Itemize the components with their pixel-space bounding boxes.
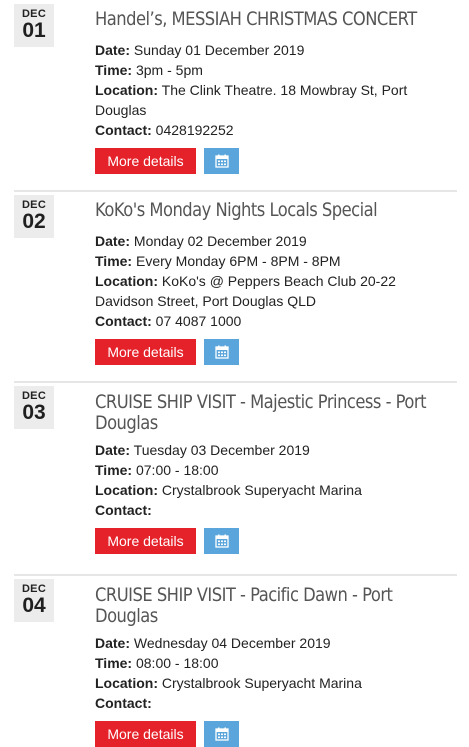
date-label: Date: [95,42,131,58]
event-time: Time: 07:00 - 18:00 [95,460,457,480]
date-label: Date: [95,635,131,651]
date-value: Wednesday 04 December 2019 [133,635,331,651]
time-value: Every Monday 6PM - 8PM - 8PM [135,253,341,269]
divider [14,381,457,383]
event-title[interactable]: KoKo's Monday Nights Locals Special [95,200,456,221]
contact-label: Contact: [95,313,152,329]
date-day: 04 [22,594,46,617]
location-label: Location: [95,82,158,98]
event-date: Date: Sunday 01 December 2019 [95,40,457,60]
more-details-button[interactable]: More details [95,339,196,365]
add-to-calendar-button[interactable] [204,528,239,554]
event-location: Location: Crystalbrook Superyacht Marina [95,673,457,693]
location-label: Location: [95,675,158,691]
event-title[interactable]: CRUISE SHIP VISIT - Majestic Princess - … [95,392,456,434]
add-to-calendar-button[interactable] [204,339,239,365]
event-content: CRUISE SHIP VISIT - Pacific Dawn - Port … [95,579,457,747]
add-to-calendar-button[interactable] [204,148,239,174]
date-day: 02 [22,210,46,233]
divider [14,574,457,576]
date-label: Date: [95,442,131,458]
date-label: Date: [95,233,131,249]
event-contact: Contact: [95,500,457,520]
event-actions: More details [95,528,457,554]
event-time: Time: 08:00 - 18:00 [95,653,457,673]
event-time: Time: 3pm - 5pm [95,60,457,80]
more-details-button[interactable]: More details [95,721,196,747]
event-contact: Contact: 07 4087 1000 [95,311,457,331]
more-details-button[interactable]: More details [95,528,196,554]
calendar-icon [214,534,229,548]
date-day: 03 [22,401,46,424]
event-date: Date: Monday 02 December 2019 [95,231,457,251]
date-value: Sunday 01 December 2019 [133,42,305,58]
time-value: 07:00 - 18:00 [135,462,219,478]
add-to-calendar-button[interactable] [204,721,239,747]
event-content: CRUISE SHIP VISIT - Majestic Princess - … [95,386,457,554]
date-badge: DEC 02 [14,195,54,238]
divider [14,190,457,192]
event-content: KoKo's Monday Nights Locals Special Date… [95,195,457,365]
calendar-icon [214,154,229,168]
event-time: Time: Every Monday 6PM - 8PM - 8PM [95,251,457,271]
time-value: 3pm - 5pm [135,62,203,78]
event-actions: More details [95,339,457,365]
calendar-icon [214,727,229,741]
date-badge: DEC 04 [14,579,54,622]
event-location: Location: Crystalbrook Superyacht Marina [95,480,457,500]
event-contact: Contact: 0428192252 [95,120,457,140]
time-value: 08:00 - 18:00 [135,655,219,671]
more-details-button[interactable]: More details [95,148,196,174]
contact-label: Contact: [95,502,152,518]
event-date: Date: Tuesday 03 December 2019 [95,440,457,460]
event-title[interactable]: CRUISE SHIP VISIT - Pacific Dawn - Port … [95,585,456,627]
time-label: Time: [95,253,133,269]
event-actions: More details [95,148,457,174]
date-badge: DEC 03 [14,386,54,429]
time-label: Time: [95,462,133,478]
event-title[interactable]: Handel’s, MESSIAH CHRISTMAS CONCERT [95,9,456,30]
location-label: Location: [95,273,158,289]
contact-value: 07 4087 1000 [155,313,242,329]
event-location: Location: The Clink Theatre. 18 Mowbray … [95,80,457,120]
contact-label: Contact: [95,122,152,138]
calendar-icon [214,345,229,359]
date-badge: DEC 01 [14,4,54,47]
contact-label: Contact: [95,695,152,711]
location-label: Location: [95,482,158,498]
location-value: Crystalbrook Superyacht Marina [161,675,362,691]
event-contact: Contact: [95,693,457,713]
date-day: 01 [22,19,46,42]
event-date: Date: Wednesday 04 December 2019 [95,633,457,653]
time-label: Time: [95,62,133,78]
location-value: Crystalbrook Superyacht Marina [161,482,362,498]
date-value: Monday 02 December 2019 [133,233,307,249]
date-value: Tuesday 03 December 2019 [133,442,310,458]
contact-value: 0428192252 [155,122,234,138]
time-label: Time: [95,655,133,671]
event-location: Location: KoKo's @ Peppers Beach Club 20… [95,271,457,311]
event-content: Handel’s, MESSIAH CHRISTMAS CONCERT Date… [95,4,457,174]
event-actions: More details [95,721,457,747]
